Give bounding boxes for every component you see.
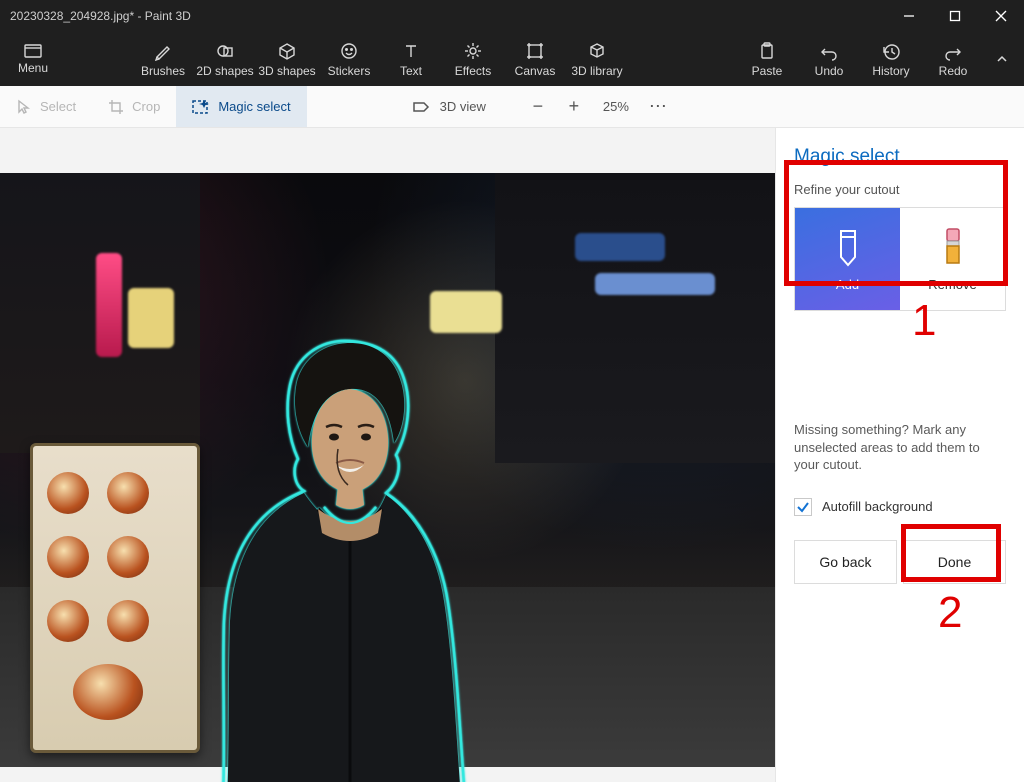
zoom-value[interactable]: 25% [596,99,636,114]
autofill-checkbox[interactable] [794,498,812,516]
ribbon-label: Text [400,64,422,78]
crop-icon [108,99,124,115]
ribbon-collapse[interactable] [984,32,1020,86]
chevron-up-icon [995,52,1009,66]
eraser-icon [938,227,968,267]
menu-label: Menu [18,61,48,75]
magic-select-panel: Magic select Refine your cutout Add Remo… [775,128,1024,782]
view3d-icon [412,100,430,114]
pencil-icon [831,227,865,267]
shapes3d-icon [277,41,297,61]
add-tool[interactable]: Add [795,208,900,310]
undo-icon [819,41,839,61]
panel-title: Magic select [794,146,1006,168]
canvas-image[interactable]: B1 [0,173,775,767]
paste-icon [757,41,777,61]
text-icon [401,41,421,61]
ribbon-text[interactable]: Text [380,32,442,86]
ribbon-2d-shapes[interactable]: 2D shapes [194,32,256,86]
ribbon-label: History [872,64,909,78]
magic-select-icon [192,99,210,115]
ribbon-canvas[interactable]: Canvas [504,32,566,86]
menu-icon [24,44,42,58]
canvas-icon [525,41,545,61]
remove-label: Remove [928,277,976,292]
ribbon-label: Undo [815,64,844,78]
library-icon [587,41,607,61]
ribbon-label: 3D library [571,64,622,78]
shapes2d-icon [215,41,235,61]
crop-label: Crop [132,99,160,114]
hint-text: Missing something? Mark any unselected a… [794,421,1006,474]
autofill-label: Autofill background [822,499,933,514]
secondary-toolbar: Select Crop Magic select 3D view − + 25%… [0,86,1024,128]
ribbon-label: 2D shapes [196,64,253,78]
ribbon-label: 3D shapes [258,64,315,78]
ribbon-redo[interactable]: Redo [922,32,984,86]
magic-select-tool[interactable]: Magic select [176,86,306,127]
magic-select-label: Magic select [218,99,290,114]
canvas-area[interactable]: B1 [0,128,775,782]
history-icon [881,41,901,61]
ribbon-brushes[interactable]: Brushes [132,32,194,86]
view3d-label: 3D view [440,99,486,114]
ribbon-history[interactable]: History [860,32,922,86]
refine-tools: Add Remove [794,207,1006,311]
go-back-button[interactable]: Go back [794,540,897,584]
main-area: B1 [0,128,1024,782]
autofill-row[interactable]: Autofill background [794,492,1006,540]
ribbon-label: Canvas [515,64,556,78]
menu-board [30,443,200,753]
ribbon-undo[interactable]: Undo [798,32,860,86]
ribbon-label: Effects [455,64,491,78]
minimize-button[interactable] [886,0,932,32]
ribbon-3d-library[interactable]: 3D library [566,32,628,86]
ribbon-stickers[interactable]: Stickers [318,32,380,86]
panel-buttons: Go back Done [794,540,1006,584]
stickers-icon [339,41,359,61]
ribbon-label: Paste [752,64,783,78]
close-button[interactable] [978,0,1024,32]
zoom-out-button[interactable]: − [524,93,552,121]
view-3d-button[interactable]: 3D view [398,86,500,127]
add-label: Add [836,277,859,292]
ribbon-3d-shapes[interactable]: 3D shapes [256,32,318,86]
window-controls [886,0,1024,32]
redo-icon [943,41,963,61]
zoom-in-button[interactable]: + [560,93,588,121]
done-button[interactable]: Done [903,540,1006,584]
more-button[interactable]: ⋯ [644,92,674,122]
menu-button[interactable]: Menu [4,32,62,86]
magic-select-subject[interactable] [200,333,490,782]
ribbon-label: Brushes [141,64,185,78]
window-title: 20230328_204928.jpg* - Paint 3D [10,9,191,23]
cursor-icon [16,99,32,115]
select-tool[interactable]: Select [0,86,92,127]
zoom-controls: − + 25% ⋯ [514,92,684,122]
brush-icon [153,41,173,61]
ribbon-paste[interactable]: Paste [736,32,798,86]
crop-tool[interactable]: Crop [92,86,176,127]
refine-label: Refine your cutout [794,182,1006,197]
maximize-button[interactable] [932,0,978,32]
ribbon: Menu Brushes 2D shapes 3D shapes Sticker… [0,32,1024,86]
ribbon-label: Stickers [328,64,371,78]
select-label: Select [40,99,76,114]
remove-tool[interactable]: Remove [900,208,1005,310]
ribbon-label: Redo [939,64,968,78]
ribbon-effects[interactable]: Effects [442,32,504,86]
title-bar: 20230328_204928.jpg* - Paint 3D [0,0,1024,32]
check-icon [796,500,810,514]
effects-icon [463,41,483,61]
